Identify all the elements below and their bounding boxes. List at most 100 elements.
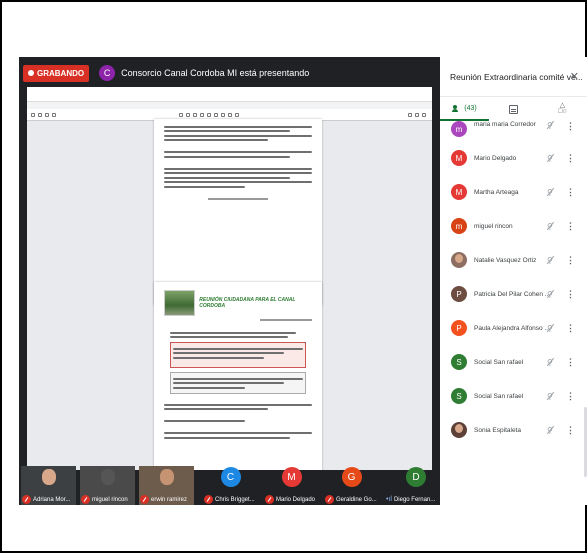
mic-off-icon: ⚲ bbox=[547, 255, 553, 265]
people-count: (43) bbox=[464, 104, 477, 112]
highlighted-box bbox=[170, 342, 306, 368]
mic-off-icon bbox=[265, 495, 274, 504]
presenter-avatar: C bbox=[99, 65, 116, 81]
mic-off-icon: ⚲ bbox=[547, 187, 553, 197]
mic-off-icon bbox=[325, 495, 334, 504]
recording-label: GRABANDO bbox=[37, 68, 85, 78]
participant-avatar: C bbox=[220, 467, 241, 487]
canal-photo bbox=[164, 290, 196, 316]
participant-list: m maria maria Corredor ⚲ ⋮ M Mario Delga… bbox=[440, 121, 587, 447]
list-item[interactable]: m maria maria Corredor ⚲ ⋮ bbox=[440, 121, 587, 141]
more-options-icon[interactable]: ⋮ bbox=[566, 153, 575, 164]
mic-off-icon: ⚲ bbox=[547, 357, 553, 367]
list-item[interactable]: S Social San rafael ⚲ ⋮ bbox=[440, 345, 587, 379]
record-dot-icon bbox=[28, 70, 34, 76]
participant-tile[interactable]: miguel rincon bbox=[80, 466, 135, 505]
participant-avatar: P bbox=[451, 320, 467, 336]
participant-name: Geraldine Go... bbox=[336, 496, 377, 503]
list-item[interactable]: M Mario Delgado ⚲ ⋮ bbox=[440, 141, 587, 175]
more-options-icon[interactable]: ⋮ bbox=[566, 221, 575, 232]
document-page bbox=[154, 119, 322, 305]
participant-name: miguel rincon bbox=[474, 222, 513, 230]
side-panel: Reunión Extraordinaria comité ve... ✕ (4… bbox=[440, 57, 587, 505]
recording-badge: GRABANDO bbox=[23, 64, 90, 82]
participant-name: Adriana Mor... bbox=[33, 496, 71, 503]
list-item[interactable]: P Patricia Del Pilar Cohen ... ⚲ ⋮ bbox=[440, 277, 587, 311]
activities-icon: △ □○ bbox=[558, 102, 567, 115]
participant-photo bbox=[451, 252, 467, 268]
document-page: REUNIÓN CIUDADANA PARA EL CANAL CORDOBA bbox=[154, 282, 322, 470]
participant-tile[interactable]: D •ıl Diego Fernan... bbox=[385, 466, 447, 505]
more-options-icon[interactable]: ⋮ bbox=[566, 187, 575, 198]
participant-tile[interactable]: erwin ramirez bbox=[139, 466, 194, 505]
more-options-icon[interactable]: ⋮ bbox=[566, 121, 575, 132]
more-options-icon[interactable]: ⋮ bbox=[566, 357, 575, 368]
more-options-icon[interactable]: ⋮ bbox=[566, 391, 575, 402]
presenting-bar: GRABANDO C Consorcio Canal Cordoba MI es… bbox=[19, 57, 439, 89]
participant-avatar: M bbox=[451, 184, 467, 200]
participant-name: erwin ramirez bbox=[151, 496, 188, 503]
participant-name: Mario Delgado bbox=[474, 154, 517, 162]
list-item[interactable]: P Paula Alejandra Alfonso ... ⚲ ⋮ bbox=[440, 311, 587, 345]
participant-name: Diego Fernan... bbox=[393, 496, 436, 503]
mic-off-icon: ⚲ bbox=[547, 289, 553, 299]
participant-avatar: M bbox=[451, 150, 467, 166]
more-options-icon[interactable]: ⋮ bbox=[566, 255, 575, 266]
participant-name: Social San rafael bbox=[474, 358, 524, 366]
participant-avatar: S bbox=[451, 388, 467, 404]
participant-avatar: S bbox=[451, 354, 467, 370]
participant-strip: Adriana Mor... miguel rincon erwin ramir… bbox=[19, 466, 449, 505]
list-item[interactable]: m miguel rincon ⚲ ⋮ bbox=[440, 209, 587, 243]
mic-off-icon bbox=[204, 495, 213, 504]
tab-chat[interactable] bbox=[489, 97, 538, 121]
participant-tile[interactable]: C Chris Brigget... bbox=[203, 466, 258, 505]
mic-off-icon: ⚲ bbox=[547, 221, 553, 231]
participant-photo bbox=[41, 469, 56, 485]
document-heading: REUNIÓN CIUDADANA PARA EL CANAL CORDOBA bbox=[199, 297, 296, 309]
panel-tabs: (43) △ □○ bbox=[440, 97, 587, 121]
participant-photo bbox=[100, 469, 115, 485]
participant-avatar: m bbox=[451, 218, 467, 234]
participant-name: Paula Alejandra Alfonso ... bbox=[474, 324, 549, 332]
meeting-title: Reunión Extraordinaria comité ve... bbox=[450, 71, 583, 82]
mic-off-icon bbox=[22, 495, 31, 504]
mic-off-icon: ⚲ bbox=[547, 391, 553, 401]
participant-name: Sonia Espitaleta bbox=[474, 426, 521, 434]
participant-name: Natalie Vasquez Ortiz bbox=[474, 256, 537, 264]
participant-avatar: P bbox=[451, 286, 467, 302]
participant-name: miguel rincon bbox=[92, 496, 128, 503]
participant-tile[interactable]: Adriana Mor... bbox=[21, 466, 76, 505]
tab-activities[interactable]: △ □○ bbox=[538, 97, 587, 121]
mic-off-icon: ⚲ bbox=[547, 425, 553, 435]
participant-name: Chris Brigget... bbox=[215, 496, 255, 503]
list-item[interactable]: S Social San rafael ⚲ ⋮ bbox=[440, 379, 587, 413]
mic-off-icon bbox=[81, 495, 90, 504]
mic-off-icon: ⚲ bbox=[547, 121, 553, 130]
participant-name: Social San rafael bbox=[474, 392, 524, 400]
more-options-icon[interactable]: ⋮ bbox=[566, 289, 575, 300]
shared-screen[interactable]: REUNIÓN CIUDADANA PARA EL CANAL CORDOBA bbox=[27, 87, 432, 470]
participant-tile[interactable]: G Geraldine Go... bbox=[324, 466, 379, 505]
more-options-icon[interactable]: ⋮ bbox=[566, 323, 575, 334]
shared-window-tabs bbox=[27, 101, 432, 109]
participant-avatar: M bbox=[281, 467, 302, 487]
speaking-icon: •ıl bbox=[386, 496, 392, 503]
list-item[interactable]: M Martha Arteaga ⚲ ⋮ bbox=[440, 175, 587, 209]
panel-header: Reunión Extraordinaria comité ve... ✕ bbox=[440, 57, 587, 97]
participant-name: maria maria Corredor bbox=[474, 121, 536, 128]
participant-name: Patricia Del Pilar Cohen ... bbox=[474, 290, 549, 298]
shared-window-titlebar bbox=[27, 87, 432, 95]
people-icon bbox=[452, 104, 462, 112]
participant-photo bbox=[159, 469, 174, 485]
mic-off-icon: ⚲ bbox=[547, 153, 553, 163]
tab-people[interactable]: (43) bbox=[440, 97, 489, 121]
close-icon[interactable]: ✕ bbox=[570, 70, 579, 83]
participant-tile[interactable]: M Mario Delgado bbox=[264, 466, 319, 505]
more-options-icon[interactable]: ⋮ bbox=[566, 425, 575, 436]
list-item[interactable]: Sonia Espitaleta ⚲ ⋮ bbox=[440, 413, 587, 447]
participant-avatar: D bbox=[406, 467, 426, 487]
participant-name: Mario Delgado bbox=[276, 496, 316, 503]
chat-icon bbox=[509, 104, 518, 114]
list-item[interactable]: Natalie Vasquez Ortiz ⚲ ⋮ bbox=[440, 243, 587, 277]
mic-off-icon bbox=[140, 495, 149, 504]
